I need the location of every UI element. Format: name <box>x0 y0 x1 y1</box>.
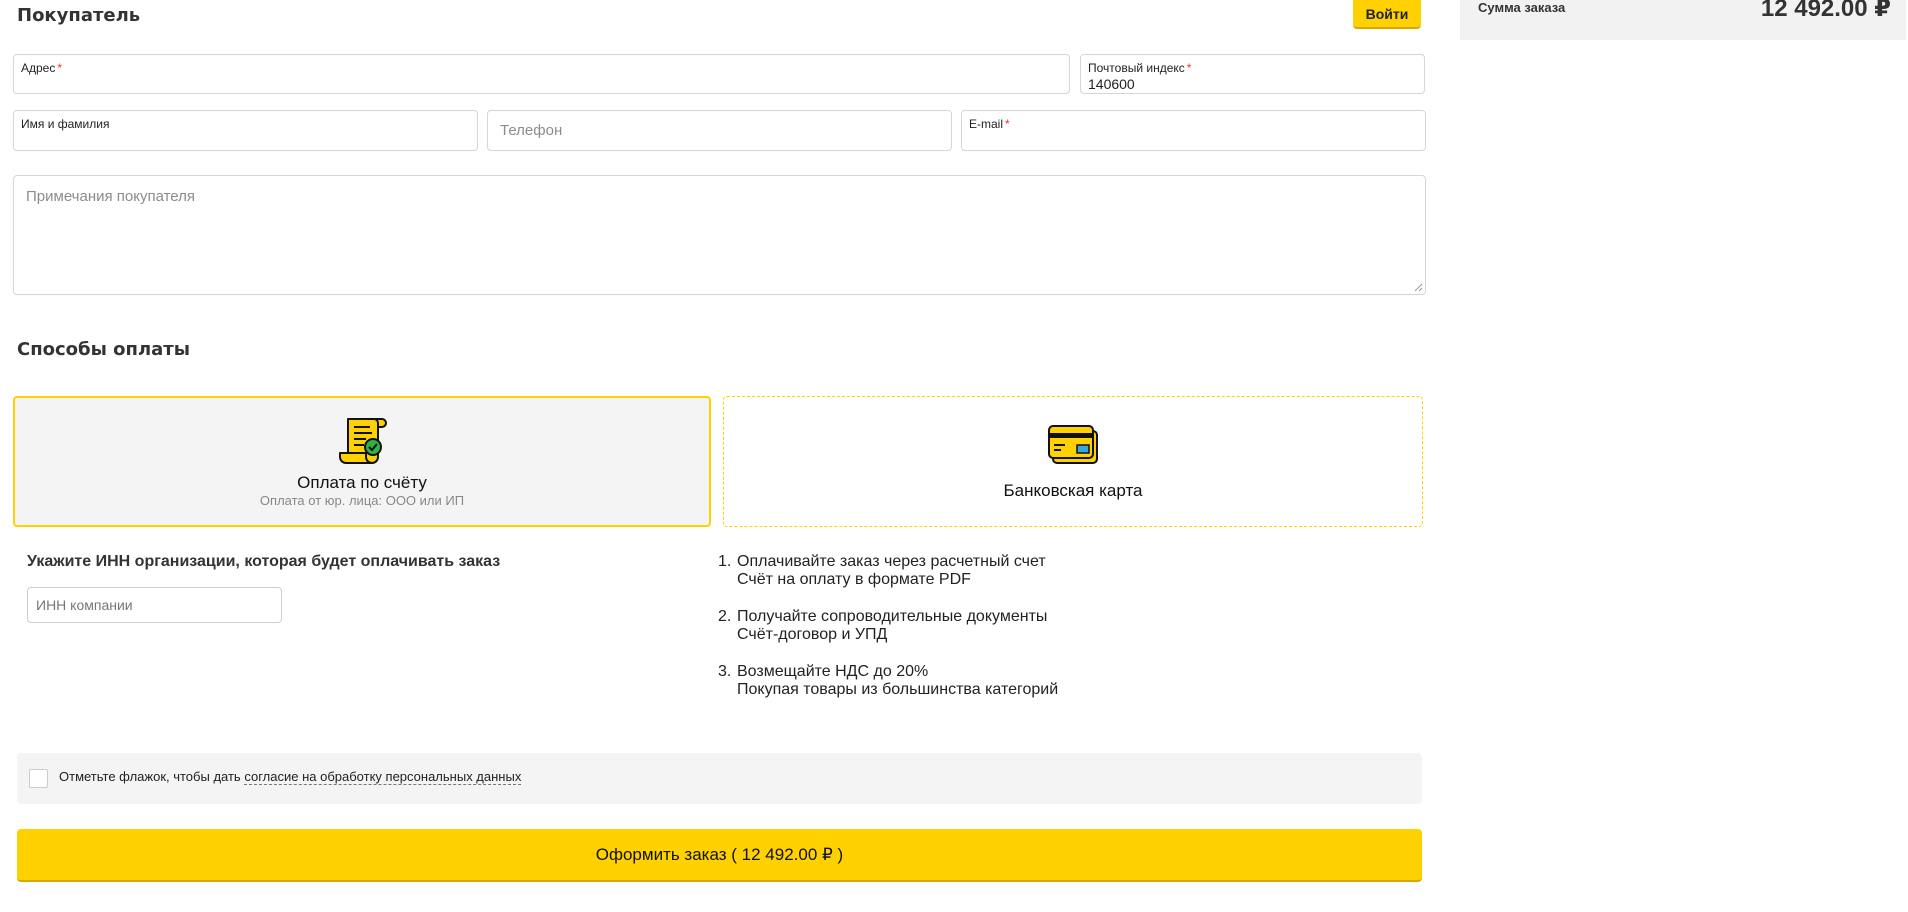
benefit-item: 1. Оплачивайте заказ через расчетный сче… <box>718 553 1058 589</box>
inn-field[interactable] <box>27 587 282 623</box>
phone-input[interactable] <box>500 122 939 139</box>
benefit-desc: Счёт-договор и УПД <box>737 626 888 643</box>
buyer-notes-field[interactable] <box>13 175 1426 295</box>
consent-link[interactable]: согласие на обработку персональных данны… <box>244 769 522 785</box>
order-summary: Сумма заказа 12 492.00 ₽ <box>1460 0 1906 40</box>
payment-method-card-title: Банковская карта <box>1003 481 1143 500</box>
benefit-title: Оплачивайте заказ через расчетный счет <box>737 553 1046 570</box>
invoice-scroll-icon <box>339 418 387 464</box>
email-label: E-mail * <box>969 117 1010 131</box>
payment-method-card[interactable]: Банковская карта <box>723 396 1423 527</box>
consent-block: Отметьте флажок, чтобы дать согласие на … <box>17 753 1422 804</box>
postal-code-value: 140600 <box>1088 76 1135 92</box>
full-name-label: Имя и фамилия <box>21 117 110 131</box>
bank-card-icon <box>1048 425 1098 464</box>
payment-method-invoice-subtitle: Оплата от юр. лица: ООО или ИП <box>259 493 465 508</box>
resize-grip-icon[interactable] <box>1413 282 1423 292</box>
postal-code-field[interactable]: Почтовый индекс * 140600 <box>1080 54 1425 94</box>
email-field[interactable]: E-mail * <box>961 110 1426 151</box>
inn-input[interactable] <box>36 597 271 613</box>
benefit-desc: Счёт на оплату в формате PDF <box>737 571 971 588</box>
benefit-title: Получайте сопроводительные документы <box>737 608 1048 625</box>
payment-section-title: Способы оплаты <box>17 339 191 360</box>
benefit-title: Возмещайте НДС до 20% <box>737 663 929 680</box>
buyer-section-title: Покупатель <box>17 5 141 26</box>
consent-checkbox[interactable] <box>29 769 48 788</box>
address-label: Адрес * <box>21 61 63 75</box>
inn-title: Укажите ИНН организации, которая будет о… <box>27 553 501 570</box>
benefit-item: 2. Получайте сопроводительные документы … <box>718 608 1058 644</box>
payment-method-invoice[interactable]: Оплата по счёту Оплата от юр. лица: ООО … <box>13 396 711 527</box>
login-button[interactable]: Войти <box>1353 0 1421 29</box>
buyer-notes-textarea[interactable] <box>26 188 1413 282</box>
address-field[interactable]: Адрес * <box>13 54 1070 94</box>
benefit-desc: Покупая товары из большинства категорий <box>737 681 1059 698</box>
postal-code-label: Почтовый индекс * <box>1088 61 1192 75</box>
place-order-button[interactable]: Оформить заказ ( 12 492.00 ₽ ) <box>17 829 1422 882</box>
full-name-field[interactable]: Имя и фамилия <box>13 110 478 151</box>
invoice-benefits-list: 1. Оплачивайте заказ через расчетный сче… <box>718 553 1058 718</box>
phone-field[interactable] <box>487 110 952 151</box>
order-sum-label: Сумма заказа <box>1478 0 1566 15</box>
benefit-item: 3. Возмещайте НДС до 20% Покупая товары … <box>718 663 1059 698</box>
payment-method-invoice-title: Оплата по счёту <box>297 473 427 492</box>
consent-text: Отметьте флажок, чтобы дать согласие на … <box>59 769 522 785</box>
order-sum-value: 12 492.00 ₽ <box>1760 0 1891 22</box>
